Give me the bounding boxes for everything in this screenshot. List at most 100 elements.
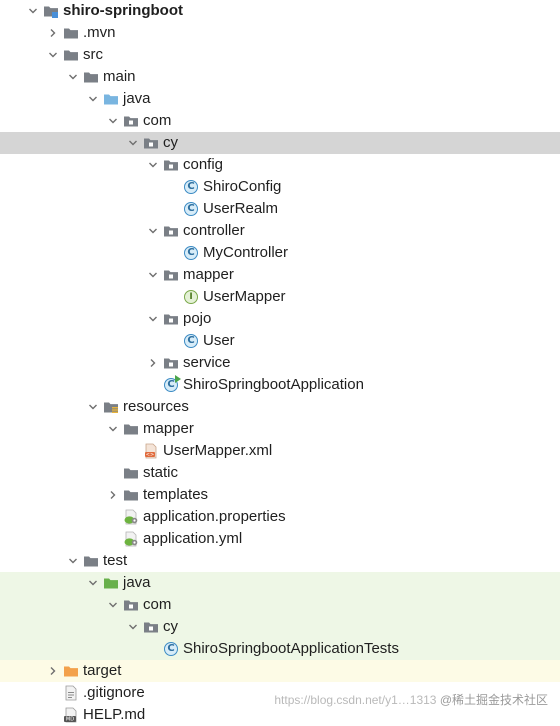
tree-node-label: UserMapper [203,288,286,305]
tree-node-application-properties[interactable]: application.properties [0,506,560,528]
chevron-down-icon[interactable] [126,616,140,638]
tree-node-label: UserRealm [203,200,279,217]
tree-node-service[interactable]: service [0,352,560,374]
tree-node-resources[interactable]: resources [0,396,560,418]
tree-node-shiroconfig[interactable]: C ShiroConfig [0,176,560,198]
tree-node-shirospringbootapplication[interactable]: C ShiroSpringbootApplication [0,374,560,396]
tree-node-label: java [123,574,151,591]
chevron-down-icon[interactable] [86,396,100,418]
folder-icon [63,47,79,63]
tree-node-label: static [143,464,179,481]
tree-node-label: service [183,354,231,371]
tree-node-mycontroller[interactable]: C MyController [0,242,560,264]
tree-node-label: controller [183,222,245,239]
tree-node-controller[interactable]: controller [0,220,560,242]
tree-node-label: resources [123,398,189,415]
chevron-down-icon[interactable] [106,418,120,440]
tree-node-main[interactable]: main [0,66,560,88]
tree-node-label: mapper [183,266,234,283]
tree-node-shiro-springboot[interactable]: shiro-springboot [0,0,560,22]
chevron-down-icon[interactable] [26,0,40,22]
tree-node-mvn[interactable]: .mvn [0,22,560,44]
tree-node-pojo[interactable]: pojo [0,308,560,330]
tree-node-label: com [143,596,172,613]
chevron-down-icon[interactable] [86,572,100,594]
tree-node-label: java [123,90,151,107]
source-root-folder-icon [103,91,119,107]
watermark-url: https://blog.csdn.net/y1…1313 [274,693,437,707]
chevron-down-icon[interactable] [86,88,100,110]
toggle-spacer [106,506,120,528]
tree-node-static[interactable]: static [0,462,560,484]
tree-node-target[interactable]: target [0,660,560,682]
package-icon [143,135,159,151]
watermark-brand: @稀土掘金技术社区 [439,693,548,707]
spring-config-file-icon [123,531,139,547]
java-class-icon: C [183,245,199,261]
chevron-down-icon[interactable] [66,66,80,88]
tree-node-label: application.yml [143,530,243,547]
tree-node-label: target [83,662,122,679]
tree-node-label: cy [163,134,178,151]
tree-node-usermapper[interactable]: I UserMapper [0,286,560,308]
tree-node-label: templates [143,486,209,503]
toggle-spacer [46,682,60,704]
chevron-down-icon[interactable] [106,110,120,132]
tree-node-cy[interactable]: cy [0,132,560,154]
tree-node-config[interactable]: config [0,154,560,176]
tree-node-com[interactable]: com [0,110,560,132]
tree-node-label: shiro-springboot [63,2,183,19]
chevron-down-icon[interactable] [126,132,140,154]
chevron-down-icon[interactable] [106,594,120,616]
toggle-spacer [166,330,180,352]
chevron-down-icon[interactable] [146,220,160,242]
tree-node-label: application.properties [143,508,286,525]
tree-node-templates[interactable]: templates [0,484,560,506]
tree-node-application-yml[interactable]: application.yml [0,528,560,550]
tree-node-label: src [83,46,103,63]
toggle-spacer [166,242,180,264]
tree-node-shirospringbootapplicationtests[interactable]: C ShiroSpringbootApplicationTests [0,638,560,660]
folder-icon [83,69,99,85]
folder-icon [83,553,99,569]
tree-node-test[interactable]: test [0,550,560,572]
tree-node-user[interactable]: C User [0,330,560,352]
tree-node-userrealm[interactable]: C UserRealm [0,198,560,220]
chevron-down-icon[interactable] [146,264,160,286]
tree-node-src[interactable]: src [0,44,560,66]
chevron-down-icon[interactable] [146,308,160,330]
toggle-spacer [126,440,140,462]
chevron-down-icon[interactable] [66,550,80,572]
tree-node-label: .gitignore [83,684,145,701]
tree-node-usermapper-xml[interactable]: <> UserMapper.xml [0,440,560,462]
tree-node-mapper[interactable]: mapper [0,418,560,440]
tree-node-java[interactable]: java [0,572,560,594]
excluded-folder-icon [63,663,79,679]
tree-node-label: main [103,68,136,85]
chevron-down-icon[interactable] [46,44,60,66]
toggle-spacer [166,176,180,198]
chevron-down-icon[interactable] [146,154,160,176]
tree-node-mapper[interactable]: mapper [0,264,560,286]
package-icon [163,311,179,327]
tree-node-cy[interactable]: cy [0,616,560,638]
chevron-right-icon[interactable] [146,352,160,374]
package-icon [143,619,159,635]
tree-node-com[interactable]: com [0,594,560,616]
toggle-spacer [146,638,160,660]
chevron-right-icon[interactable] [46,660,60,682]
tree-node-label: .mvn [83,24,116,41]
tree-node-label: ShiroSpringbootApplication [183,376,364,393]
package-icon [163,157,179,173]
chevron-right-icon[interactable] [106,484,120,506]
toggle-spacer [166,198,180,220]
tree-node-java[interactable]: java [0,88,560,110]
text-file-icon [63,685,79,701]
chevron-right-icon[interactable] [46,22,60,44]
tree-node-label: ShiroConfig [203,178,282,195]
tree-node-label: cy [163,618,178,635]
module-folder-icon [43,3,59,19]
spring-boot-class-icon: C [163,375,181,393]
svg-text:<>: <> [146,452,154,458]
folder-icon [63,25,79,41]
